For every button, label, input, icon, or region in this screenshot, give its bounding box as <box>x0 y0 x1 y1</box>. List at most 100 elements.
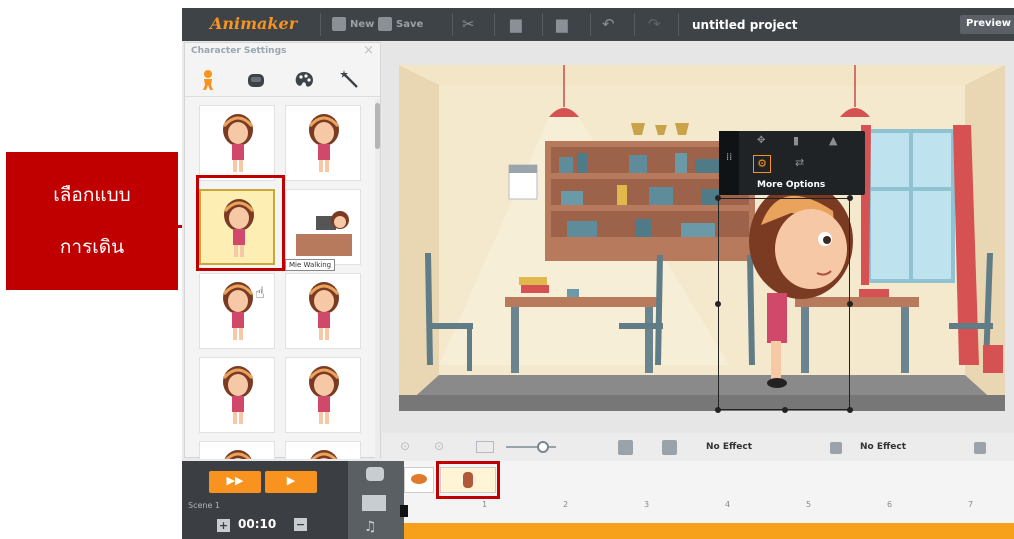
resize-handle[interactable] <box>715 301 721 307</box>
gear-icon[interactable]: ⚙ <box>753 155 771 173</box>
enter-effect-icon[interactable] <box>618 440 633 455</box>
panel-title: Character Settings <box>191 46 287 56</box>
delete-icon[interactable]: ▮ <box>793 134 799 147</box>
warning-icon[interactable]: ▲ <box>829 134 837 147</box>
eye-thumbnail[interactable] <box>404 467 434 493</box>
toolbar-divider <box>678 13 679 36</box>
scene-canvas[interactable] <box>399 65 1005 411</box>
resize-handle[interactable] <box>715 195 721 201</box>
animaker-window: Animaker New Save ✂ ▆ ▆ ↶ ↷ untitled pro… <box>182 8 1014 539</box>
save-icon <box>378 17 392 31</box>
copy-icon[interactable]: ▆ <box>510 15 522 33</box>
save-button-label: Save <box>396 18 424 30</box>
character-grid <box>185 99 380 459</box>
play-effect-icon[interactable] <box>662 440 677 455</box>
panel-tab-bar <box>185 63 380 97</box>
add-time-button[interactable]: + <box>217 519 230 532</box>
tooltip: Mie Walking <box>285 259 336 271</box>
resize-handle[interactable] <box>847 195 853 201</box>
playhead-icon[interactable] <box>400 505 408 517</box>
ruler-tick-label: 1 <box>482 500 488 509</box>
selection-box[interactable] <box>718 198 850 410</box>
remove-time-button[interactable]: − <box>294 518 307 531</box>
undo-icon[interactable]: ↶ <box>602 15 615 33</box>
zoom-slider-knob[interactable] <box>537 441 549 453</box>
enter-effect-label[interactable]: No Effect <box>706 442 752 452</box>
character-tile[interactable] <box>285 357 361 433</box>
preview-button[interactable]: Preview <box>960 15 1014 34</box>
exit-effect-icon[interactable] <box>830 442 842 454</box>
ruler-tick-label: 3 <box>644 500 650 509</box>
camera-icon[interactable] <box>362 495 386 511</box>
character-tile[interactable] <box>199 105 275 181</box>
timeline-progress-bar[interactable] <box>404 523 1014 539</box>
resize-handle[interactable] <box>847 407 853 413</box>
character-tab-icon[interactable] <box>197 69 219 91</box>
hand-cursor-icon: ☝ <box>255 283 265 302</box>
character-tile[interactable] <box>285 273 361 349</box>
callout-box: เลือกแบบ การเดิน <box>6 152 178 290</box>
magic-wand-icon[interactable] <box>339 69 361 91</box>
classroom-scene <box>399 65 1005 411</box>
redo-icon[interactable]: ↷ <box>648 15 661 33</box>
resize-handle[interactable] <box>782 407 788 413</box>
grid-icon[interactable] <box>476 441 494 453</box>
app-logo: Animaker <box>210 14 298 33</box>
music-icon[interactable]: ♫ <box>364 519 377 535</box>
character-tile[interactable] <box>285 105 361 181</box>
character-tile[interactable] <box>285 189 361 265</box>
scene-duration[interactable]: 00:10 <box>238 517 276 531</box>
cut-icon[interactable]: ✂ <box>462 15 475 33</box>
girl-character-thumb <box>222 114 254 172</box>
save-button[interactable]: Save <box>378 17 423 31</box>
highlight-frame-tile <box>196 175 285 271</box>
callout-line-1: เลือกแบบ <box>53 184 131 206</box>
ruler-tick-label: 5 <box>806 500 812 509</box>
desk-character-thumb <box>296 211 352 256</box>
more-options-label: More Options <box>757 180 826 190</box>
ruler-tick-label: 4 <box>725 500 731 509</box>
character-tile[interactable] <box>199 357 275 433</box>
move-icon[interactable]: ✥ <box>757 135 765 146</box>
character-tile[interactable] <box>199 441 275 459</box>
timeline-layer-icons: ♫ <box>348 461 404 539</box>
panel-scrollbar[interactable] <box>375 99 380 459</box>
play-button[interactable]: ▶ <box>265 471 317 493</box>
toolbar-divider <box>634 13 635 36</box>
paste-icon[interactable]: ▆ <box>556 15 568 33</box>
toolbar-divider <box>590 13 591 36</box>
palette-icon[interactable] <box>293 69 315 91</box>
toolbar-divider <box>452 13 453 36</box>
timeline: ▶▶ ▶ Scene 1 + 00:10 − ♫ 1 2 3 4 5 6 7 <box>182 461 1014 539</box>
new-button[interactable]: New <box>332 17 374 31</box>
close-icon[interactable]: × <box>363 43 374 58</box>
scene-label: Scene 1 <box>188 501 221 510</box>
tutorial-figure: เลือกแบบ การเดิน Animaker New Save ✂ ▆ ▆… <box>0 0 1014 539</box>
eye-icon <box>411 474 427 484</box>
scrollbar-thumb[interactable] <box>375 103 380 149</box>
character-layer-icon[interactable] <box>366 467 384 481</box>
object-options-popup: ⁞⁞ ✥ ▮ ▲ ⚙ ⇄ More Options <box>719 131 865 195</box>
swap-icon[interactable]: ⇄ <box>795 156 804 169</box>
canvas-controls: ⊙ ⊙ No Effect No Effect <box>382 433 1014 461</box>
play-scene-button[interactable]: ▶▶ <box>209 471 261 493</box>
callout-line-2: การเดิน <box>59 236 125 258</box>
resize-handle[interactable] <box>847 301 853 307</box>
girl-character-thumb <box>308 282 340 340</box>
project-title[interactable]: untitled project <box>692 18 798 32</box>
girl-character-thumb <box>308 114 340 172</box>
top-toolbar: Animaker New Save ✂ ▆ ▆ ↶ ↷ untitled pro… <box>182 8 1014 41</box>
new-file-icon <box>332 17 346 31</box>
highlight-frame-timeline <box>436 461 500 499</box>
ruler-tick-label: 7 <box>968 500 974 509</box>
toolbar-divider <box>494 13 495 36</box>
effect-settings-icon[interactable] <box>974 442 986 454</box>
character-tile[interactable] <box>285 441 361 459</box>
drag-grip[interactable]: ⁞⁞ <box>719 131 739 195</box>
toolbar-divider <box>542 13 543 36</box>
resize-handle[interactable] <box>715 407 721 413</box>
zoom-in-icon[interactable]: ⊙ <box>400 439 410 453</box>
accessory-tab-icon[interactable] <box>245 69 267 91</box>
zoom-out-icon[interactable]: ⊙ <box>434 439 444 453</box>
exit-effect-label[interactable]: No Effect <box>860 442 906 452</box>
